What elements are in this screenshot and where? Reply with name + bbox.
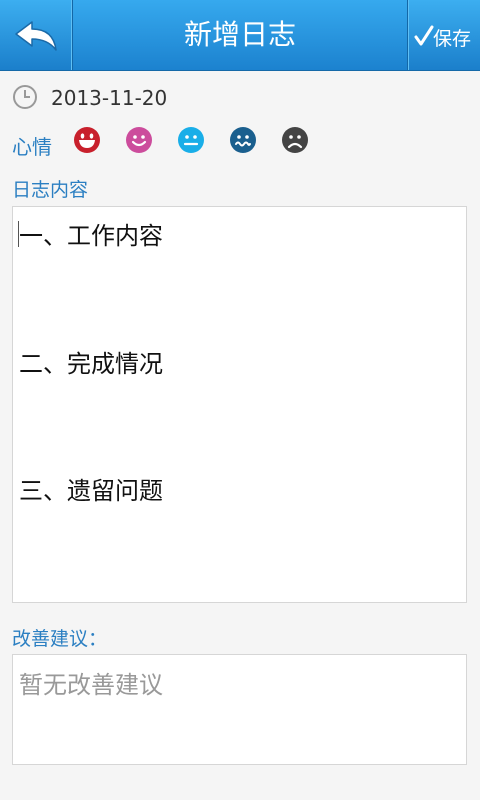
- wavy-mouth-face-icon[interactable]: [229, 126, 257, 154]
- laughing-face-icon[interactable]: [73, 126, 101, 154]
- content-textarea[interactable]: 一、工作内容 二、完成情况 三、遗留问题: [12, 206, 467, 603]
- page-title: 新增日志: [183, 18, 296, 51]
- content-label: 日志内容: [12, 179, 89, 201]
- neutral-face-icon[interactable]: [177, 126, 205, 154]
- suggestion-placeholder: 暂无改善建议: [19, 671, 163, 699]
- sad-face-icon[interactable]: [281, 126, 309, 154]
- smiling-face-icon[interactable]: [125, 126, 153, 154]
- content-line-1: 一、工作内容: [19, 222, 163, 250]
- top-bar: 新增日志 保存: [0, 0, 480, 71]
- date-value: 2013-11-20: [51, 86, 168, 110]
- suggestion-textarea[interactable]: 暂无改善建议: [12, 654, 467, 765]
- save-button[interactable]: 保存: [407, 0, 480, 70]
- content-line-2: 二、完成情况: [19, 350, 163, 378]
- back-arrow-icon: [15, 21, 57, 51]
- suggestion-label: 改善建议：: [12, 628, 108, 650]
- clock-icon: [13, 85, 37, 109]
- back-button[interactable]: [0, 0, 73, 70]
- mood-label: 心情: [12, 135, 52, 159]
- check-icon: [414, 25, 434, 46]
- content-line-3: 三、遗留问题: [19, 477, 163, 505]
- save-label: 保存: [433, 28, 472, 50]
